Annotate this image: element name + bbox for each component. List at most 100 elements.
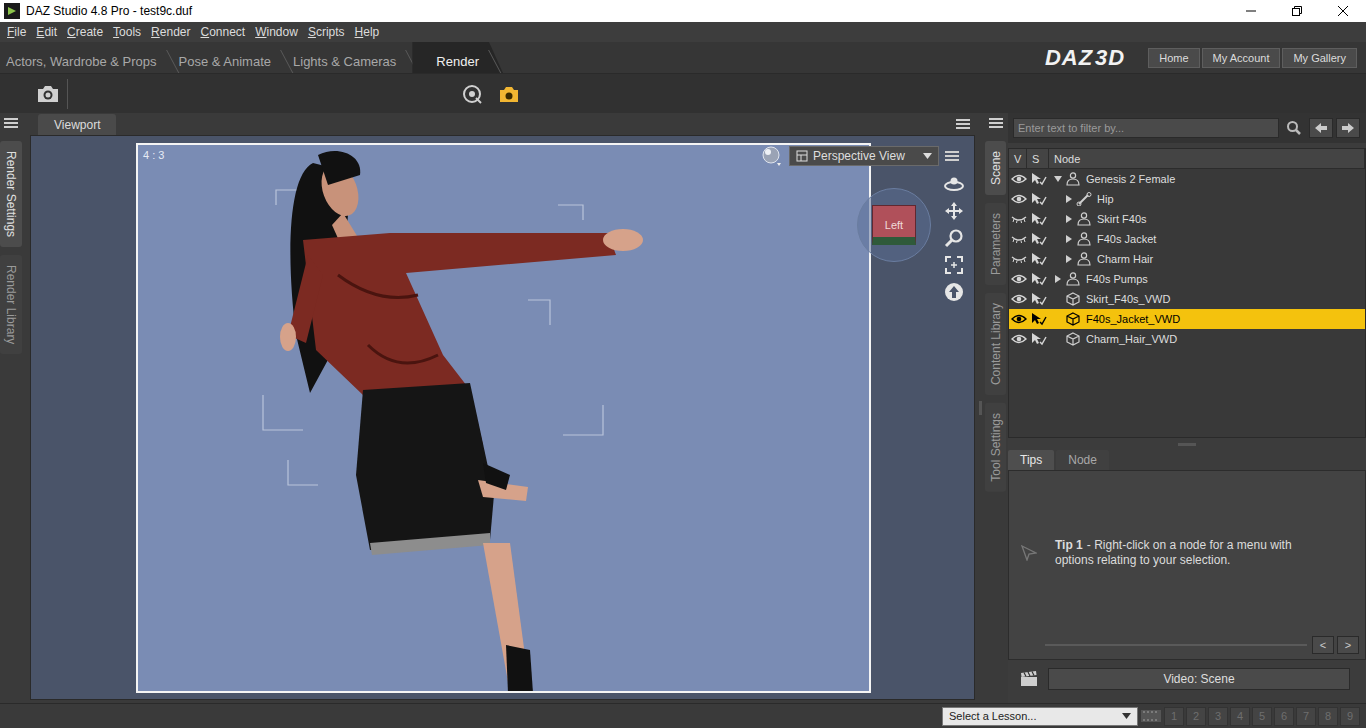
side-tab[interactable]: Content Library	[985, 293, 1006, 395]
room-tab[interactable]: Render	[412, 42, 503, 73]
lesson-select[interactable]: Select a Lesson...	[942, 707, 1138, 726]
frame-button[interactable]	[943, 255, 965, 275]
pane-splitter[interactable]	[975, 113, 985, 703]
viewport-canvas[interactable]: 4 : 3Perspective ViewLeft	[30, 135, 975, 700]
room-tab[interactable]: Lights & Cameras	[287, 42, 420, 73]
selectable-icon[interactable]	[1031, 172, 1047, 186]
selectable-icon[interactable]	[1031, 212, 1047, 226]
viewport-pane-menu-icon[interactable]	[956, 118, 970, 130]
collapsed-arrow-icon[interactable]	[1066, 255, 1072, 263]
menu-item[interactable]: Scripts	[303, 25, 350, 39]
scene-row[interactable]: Charm Hair	[1009, 249, 1365, 269]
orange-camera-icon[interactable]	[498, 84, 520, 104]
menu-item[interactable]: Connect	[195, 25, 250, 39]
pager-button[interactable]: >	[1337, 636, 1359, 654]
render-camera-button[interactable]	[494, 79, 524, 109]
side-tab[interactable]: Scene	[985, 141, 1006, 195]
scene-row[interactable]: F40s_Jacket_VWD	[1009, 309, 1365, 329]
collapsed-arrow-icon[interactable]	[1066, 215, 1072, 223]
eye-open-icon[interactable]	[1011, 194, 1027, 204]
render-button[interactable]	[33, 79, 63, 109]
iray-preview-button[interactable]	[457, 79, 487, 109]
scene-row[interactable]: Genesis 2 Female	[1009, 169, 1365, 189]
expander[interactable]	[1053, 174, 1062, 184]
eye-open-icon[interactable]	[1011, 314, 1027, 324]
column-header[interactable]: S	[1027, 149, 1049, 168]
column-header[interactable]: Node	[1049, 149, 1365, 168]
expanded-arrow-icon[interactable]	[1054, 176, 1062, 182]
magnifier-icon[interactable]	[944, 228, 964, 248]
side-tab[interactable]: Render Settings	[0, 141, 22, 247]
eye-open-icon[interactable]	[1011, 294, 1027, 304]
expander[interactable]	[1064, 214, 1073, 224]
scene-row[interactable]: Skirt F40s	[1009, 209, 1365, 229]
view-dropdown[interactable]: Perspective View	[789, 146, 939, 166]
minimize-icon[interactable]	[1246, 6, 1256, 16]
scene-row[interactable]: Charm_Hair_VWD	[1009, 329, 1365, 349]
pager-button[interactable]: <	[1312, 636, 1334, 654]
header-button[interactable]: My Account	[1202, 48, 1281, 68]
room-tab[interactable]: Pose & Animate	[173, 42, 296, 73]
restore-button[interactable]	[1274, 0, 1320, 22]
selectable-icon[interactable]	[1031, 272, 1047, 286]
move-arrows-icon[interactable]	[944, 201, 964, 221]
video-button[interactable]: Video: Scene	[1048, 668, 1350, 690]
expander[interactable]	[1053, 274, 1062, 284]
collapsed-arrow-icon[interactable]	[1066, 235, 1072, 243]
menu-item[interactable]: File	[2, 25, 31, 39]
room-tab[interactable]: Actors, Wardrobe & Props	[0, 42, 181, 73]
orbit-icon[interactable]	[943, 176, 965, 192]
restore-icon[interactable]	[1292, 6, 1302, 16]
expander[interactable]	[1064, 194, 1073, 204]
right-panel-menu-icon[interactable]	[989, 117, 1003, 129]
expander[interactable]	[1064, 234, 1073, 244]
selectable-icon[interactable]	[1031, 192, 1047, 206]
viewport-tab[interactable]: Viewport	[38, 114, 116, 135]
selectable-icon[interactable]	[1031, 252, 1047, 266]
close-button[interactable]	[1320, 0, 1366, 22]
menu-item[interactable]: Window	[250, 25, 303, 39]
side-tab[interactable]: Render Library	[0, 255, 22, 354]
selectable-icon[interactable]	[1031, 292, 1047, 306]
viewport-menu-icon[interactable]	[945, 150, 959, 162]
expander[interactable]	[1064, 254, 1073, 264]
zoom-button[interactable]	[943, 228, 965, 248]
eye-closed-icon[interactable]	[1011, 254, 1027, 264]
search-button[interactable]	[1282, 118, 1306, 138]
up-arrow-icon[interactable]	[944, 282, 964, 302]
close-icon[interactable]	[1338, 6, 1348, 16]
menu-item[interactable]: Help	[350, 25, 385, 39]
orbit-button[interactable]	[943, 174, 965, 194]
collapsed-arrow-icon[interactable]	[1055, 275, 1061, 283]
draw-style-sphere-icon[interactable]	[761, 145, 783, 167]
minimize-button[interactable]	[1228, 0, 1274, 22]
selectable-icon[interactable]	[1031, 232, 1047, 246]
frame-icon[interactable]	[944, 255, 964, 275]
info-tab[interactable]: Node	[1056, 450, 1109, 470]
left-arrow-icon[interactable]	[1315, 123, 1327, 133]
eye-open-icon[interactable]	[1011, 334, 1027, 344]
forward-button[interactable]	[1336, 118, 1360, 138]
search-icon[interactable]	[1286, 120, 1302, 136]
pan-button[interactable]	[943, 201, 965, 221]
eye-open-icon[interactable]	[1011, 174, 1027, 184]
cube-face[interactable]: Left	[872, 205, 916, 245]
selectable-icon[interactable]	[1031, 332, 1047, 346]
camera-icon[interactable]	[36, 84, 60, 104]
panel-splitter[interactable]	[1008, 438, 1366, 450]
scene-row[interactable]: Hip	[1009, 189, 1365, 209]
scene-row[interactable]: F40s Jacket	[1009, 229, 1365, 249]
eye-closed-icon[interactable]	[1011, 234, 1027, 244]
scene-row[interactable]: F40s Pumps	[1009, 269, 1365, 289]
render-target-icon[interactable]	[461, 83, 483, 105]
back-button[interactable]	[1309, 118, 1333, 138]
header-button[interactable]: My Gallery	[1282, 48, 1357, 68]
column-header[interactable]: V	[1009, 149, 1027, 168]
side-tab[interactable]: Parameters	[985, 203, 1006, 285]
collapsed-arrow-icon[interactable]	[1066, 195, 1072, 203]
menu-item[interactable]: Edit	[31, 25, 62, 39]
eye-open-icon[interactable]	[1011, 274, 1027, 284]
selectable-icon[interactable]	[1031, 312, 1047, 326]
right-arrow-icon[interactable]	[1342, 123, 1354, 133]
align-up-button[interactable]	[943, 282, 965, 302]
